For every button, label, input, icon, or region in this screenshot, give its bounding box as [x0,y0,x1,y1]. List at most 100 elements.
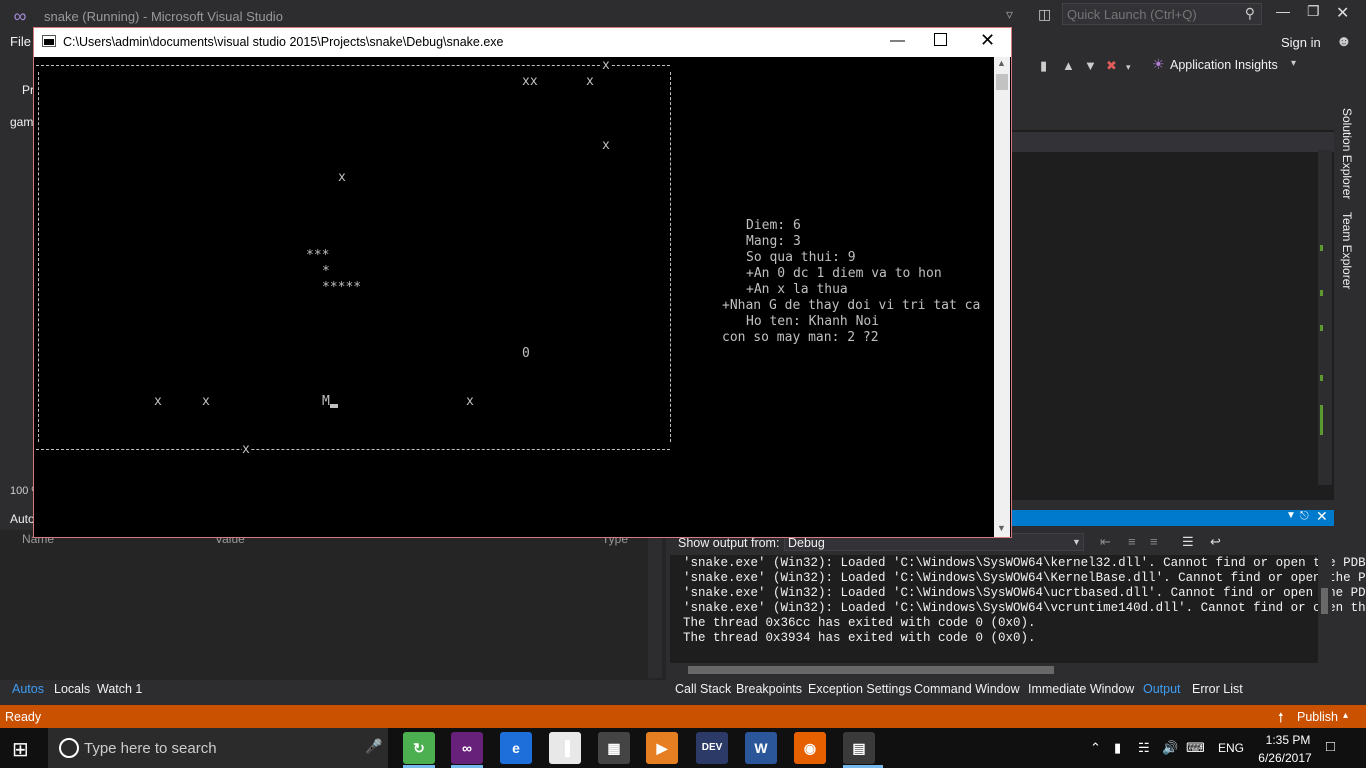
taskbar-app-icon[interactable]: ▦ [598,732,630,764]
taskbar-app-icon[interactable]: ▶ [646,732,678,764]
console-scroll-thumb[interactable] [996,74,1008,90]
tab-watch-1[interactable]: Watch 1 [97,682,142,696]
close-icon[interactable]: ✕ [1316,508,1328,525]
visual-studio-logo-icon: ∞ [13,6,27,26]
filter-icon[interactable]: ▿ [1006,6,1013,23]
application-insights-button[interactable]: Application Insights [1170,58,1278,72]
battery-icon[interactable]: ▮ [1114,740,1121,756]
bookmark-prev-icon[interactable]: ▲ [1062,58,1075,73]
lightbulb-icon[interactable]: ☀ [1152,56,1165,73]
menu-file[interactable]: File [10,34,31,49]
output-line: The thread 0x36cc has exited with code 0… [683,616,1036,630]
tab-solution-explorer[interactable]: Solution Explorer [1340,108,1354,199]
tab-autos[interactable]: Autos [12,682,44,696]
board-bottom-border [36,449,670,451]
keyboard-icon[interactable]: ⌨ [1186,740,1205,756]
output-scroll-thumb[interactable] [1321,588,1328,614]
board-obstacle: x [154,394,162,409]
tab-error-list[interactable]: Error List [1192,682,1243,696]
clock-date[interactable]: 6/26/2017 [1254,751,1316,765]
tab-breakpoints[interactable]: Breakpoints [736,682,802,696]
change-marker [1320,290,1323,296]
console-scrollbar[interactable] [994,57,1010,537]
score-text: Diem: 6 [746,218,801,233]
previous-message-icon[interactable]: ≡ [1128,534,1136,549]
change-marker [1320,375,1323,381]
tab-output[interactable]: Output [1143,682,1181,696]
network-icon[interactable]: ☵ [1138,740,1150,756]
publish-button[interactable]: Publish [1297,710,1338,724]
output-source-label: Show output from: [678,536,780,550]
chevron-up-icon[interactable]: ⌃ [1090,740,1101,756]
feedback-icon[interactable]: ◫ [1038,6,1051,23]
close-button[interactable]: ✕ [1336,3,1349,23]
sign-in-link[interactable]: Sign in [1281,35,1321,50]
chevron-down-icon[interactable]: ▼ [1072,537,1081,547]
change-marker [1320,405,1323,435]
next-message-icon[interactable]: ≡ [1150,534,1158,549]
taskbar-app-icon[interactable]: DEV [696,732,728,764]
search-icon[interactable]: ⚲ [1245,5,1255,22]
toolbar-dropdown-icon[interactable]: ▾ [1126,62,1131,73]
microphone-icon[interactable]: 🎤 [365,738,382,755]
word-wrap-icon[interactable]: ↩ [1210,534,1221,550]
minimize-button[interactable]: — [1276,3,1290,19]
board-obstacle: x [202,394,210,409]
change-marker [1320,325,1323,331]
windows-start-icon[interactable]: ⊞ [12,737,29,762]
tab-command-window[interactable]: Command Window [914,682,1020,696]
taskbar-app-icon[interactable]: W [745,732,777,764]
taskbar-app-icon[interactable]: ◉ [794,732,826,764]
taskbar-app-icon[interactable]: ∞ [451,732,483,764]
tab-exception-settings[interactable]: Exception Settings [808,682,912,696]
console-app-icon [42,35,56,47]
account-icon[interactable]: ☻ [1336,33,1352,50]
find-message-icon[interactable]: ⇤ [1100,534,1111,550]
chevron-up-icon[interactable]: ▴ [1343,710,1348,721]
board-obstacle: xx [522,74,538,89]
console-close-button[interactable]: ✕ [980,30,995,51]
autos-scrollbar[interactable] [648,530,662,678]
output-hscroll-thumb[interactable] [688,666,1054,674]
tab-team-explorer[interactable]: Team Explorer [1340,212,1354,289]
board-bottom-x: x [242,442,250,458]
bookmark-next-icon[interactable]: ▼ [1084,58,1097,73]
chevron-down-icon[interactable]: ▾ [1291,58,1296,69]
quick-launch-input[interactable] [1063,4,1241,24]
cortana-icon [59,738,79,758]
console-maximize-button[interactable] [934,33,947,46]
editor-navigation-bar[interactable] [1012,132,1334,152]
output-line: 'snake.exe' (Win32): Loaded 'C:\Windows\… [683,601,1366,615]
taskbar-app-icon[interactable]: ▐ [549,732,581,764]
pin-icon[interactable]: ⎋ [1300,510,1309,523]
left-fragment-gam: gam [10,115,34,129]
tab-locals[interactable]: Locals [54,682,90,696]
tab-call-stack[interactable]: Call Stack [675,682,731,696]
scroll-up-arrow-icon[interactable]: ▲ [997,58,1006,68]
volume-icon[interactable]: 🔊 [1162,740,1178,756]
scroll-down-arrow-icon[interactable]: ▼ [997,523,1006,533]
status-bar [0,705,1366,728]
chevron-down-icon[interactable]: ▼ [1286,510,1296,521]
bookmark-icon[interactable]: ▮ [1040,58,1047,74]
bookmark-clear-icon[interactable]: ✖ [1106,58,1117,74]
clock-time[interactable]: 1:35 PM [1262,733,1314,747]
quick-launch-box[interactable]: ⚲ [1062,3,1262,25]
tab-immediate-window[interactable]: Immediate Window [1028,682,1134,696]
status-text: Ready [5,710,42,724]
window-title: snake (Running) - Microsoft Visual Studi… [44,9,283,24]
taskbar-app-icon[interactable]: e [500,732,532,764]
autos-panel [0,530,666,680]
restore-button[interactable]: ❐ [1307,3,1320,20]
taskbar-app-icon[interactable]: ▤ [843,732,875,764]
taskbar-app-icon[interactable]: ↻ [403,732,435,764]
player-name-text: Ho ten: Khanh Noi [746,314,880,329]
console-window[interactable] [33,27,1012,538]
code-editor[interactable] [1012,130,1334,500]
clear-all-icon[interactable]: ☰ [1182,534,1194,550]
notifications-icon[interactable]: □ [1326,738,1335,755]
console-minimize-button[interactable]: — [890,32,905,49]
input-language[interactable]: ENG [1218,741,1244,755]
board-food: 0 [522,346,530,361]
taskbar-search-placeholder[interactable]: Type here to search [84,740,217,757]
